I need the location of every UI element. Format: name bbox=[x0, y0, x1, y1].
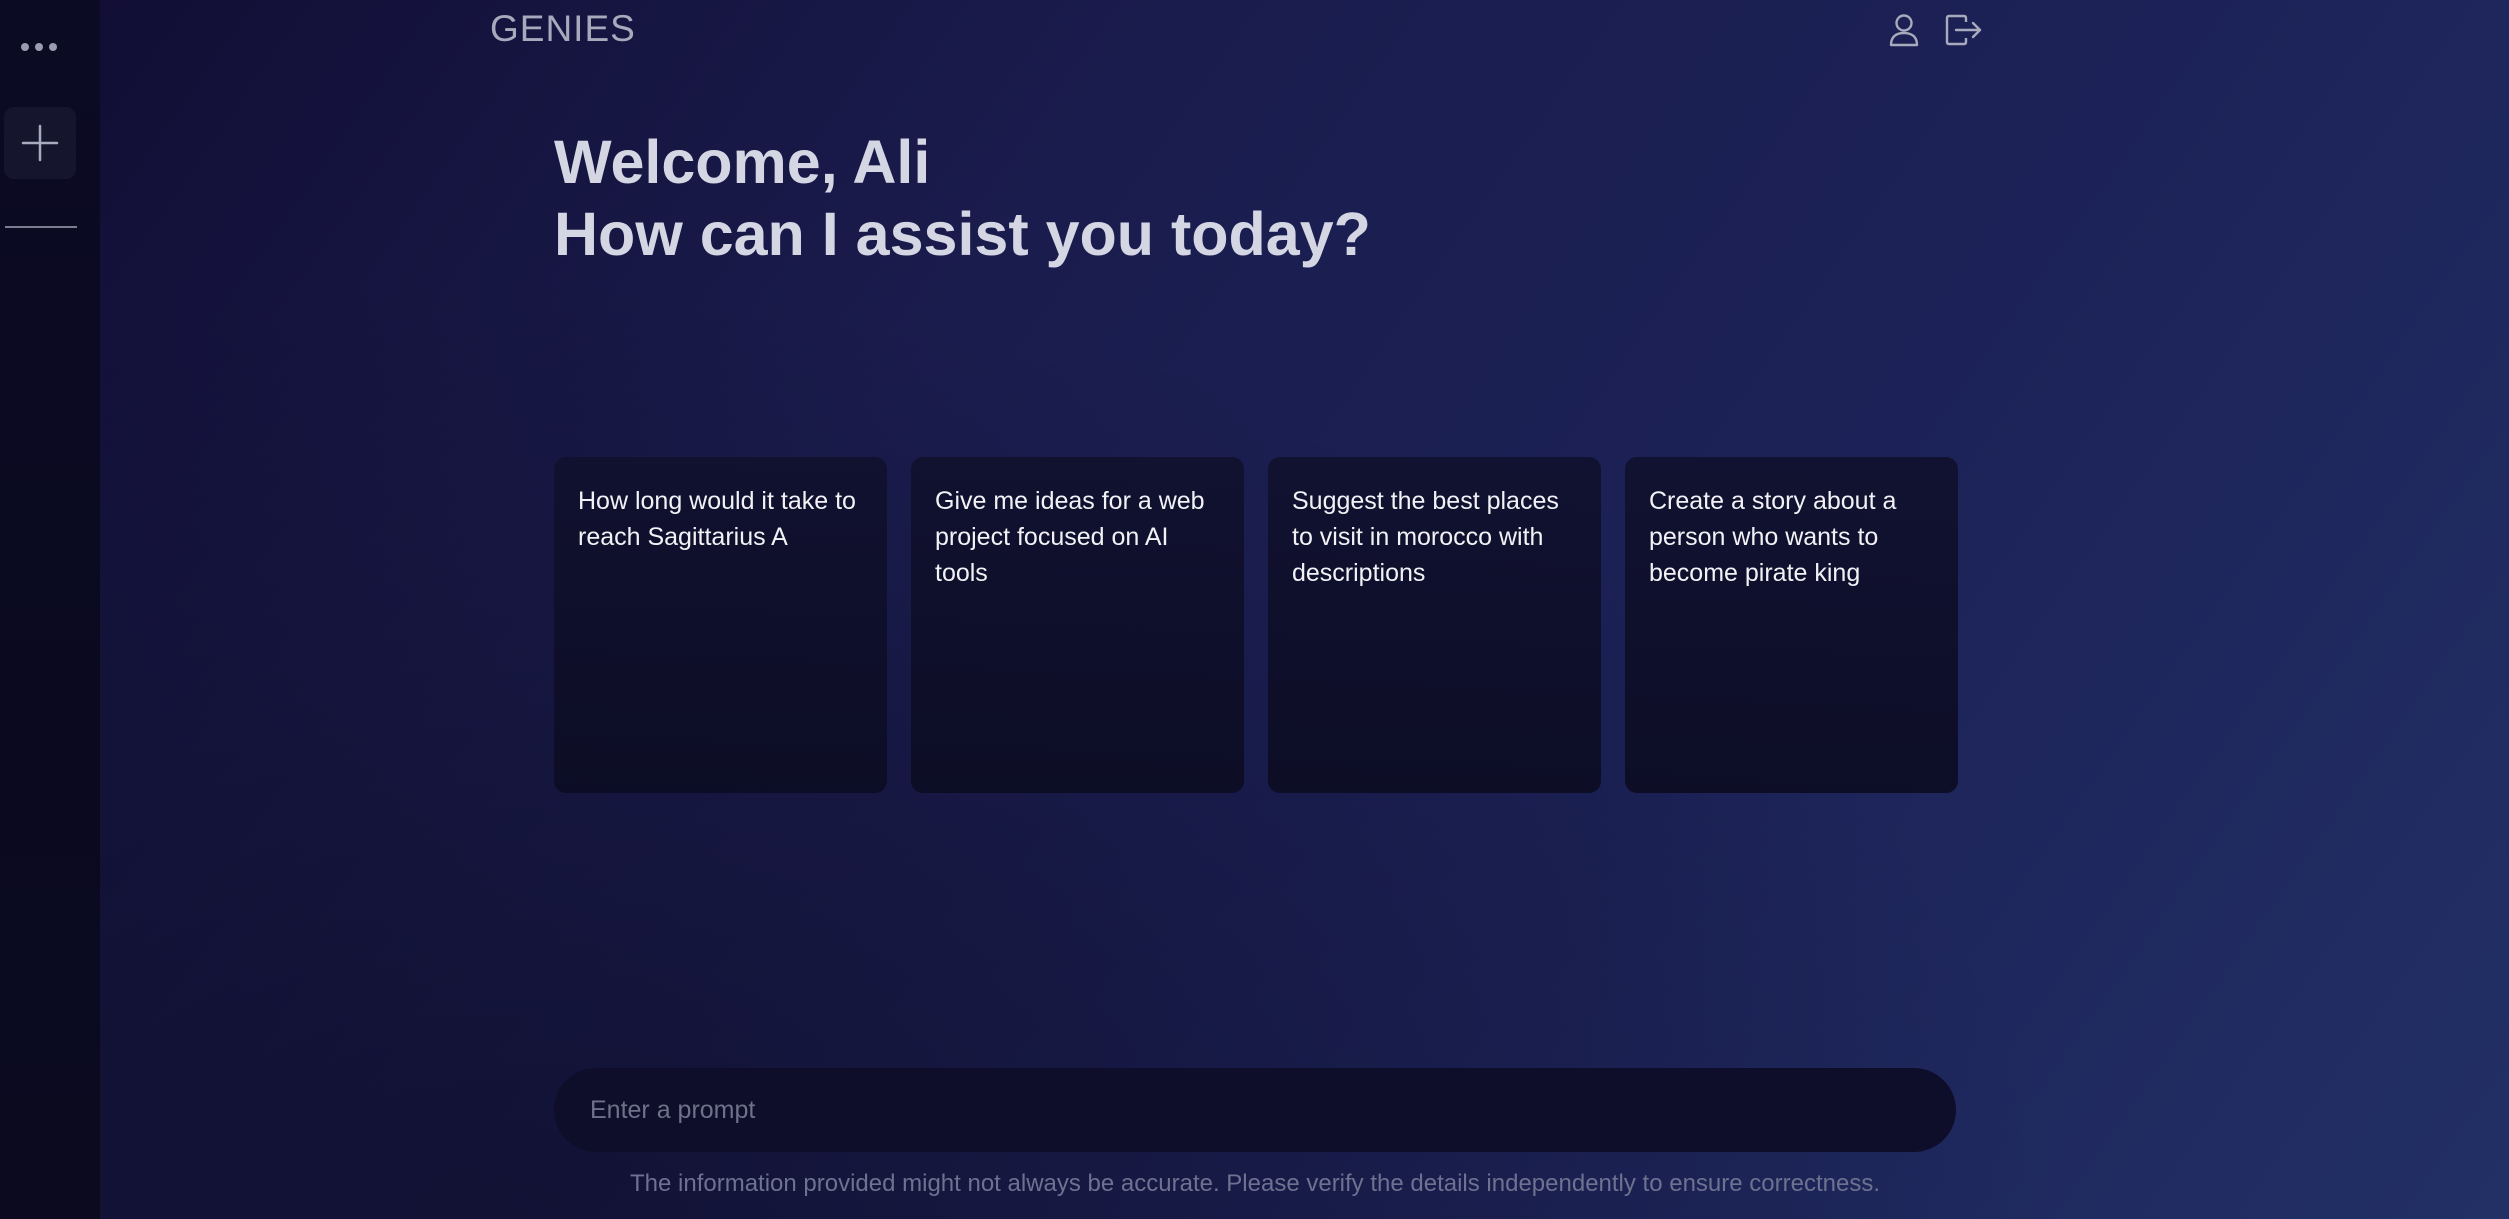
suggestion-card[interactable]: Give me ideas for a web project focused … bbox=[911, 457, 1244, 793]
sidebar bbox=[0, 0, 100, 1219]
suggestion-card[interactable]: How long would it take to reach Sagittar… bbox=[554, 457, 887, 793]
suggestion-text: Give me ideas for a web project focused … bbox=[935, 487, 1205, 587]
suggestion-text: Create a story about a person who wants … bbox=[1649, 487, 1897, 587]
app-brand: GENIES bbox=[490, 8, 636, 49]
new-chat-button[interactable] bbox=[4, 107, 76, 179]
suggestion-text: How long would it take to reach Sagittar… bbox=[578, 487, 856, 551]
suggestion-cards: How long would it take to reach Sagittar… bbox=[554, 457, 1958, 793]
suggestion-card[interactable]: Suggest the best places to visit in moro… bbox=[1268, 457, 1601, 793]
logout-icon bbox=[1944, 13, 1984, 47]
welcome-heading: Welcome, Ali bbox=[554, 128, 931, 196]
profile-button[interactable] bbox=[1884, 10, 1924, 50]
prompt-input[interactable] bbox=[554, 1068, 1956, 1152]
disclaimer-text: The information provided might not alway… bbox=[629, 1170, 1880, 1197]
more-options-button[interactable] bbox=[14, 30, 64, 64]
prompt-bar bbox=[554, 1068, 1956, 1152]
more-horizontal-icon bbox=[18, 43, 60, 51]
suggestion-card[interactable]: Create a story about a person who wants … bbox=[1625, 457, 1958, 793]
sidebar-divider bbox=[5, 226, 77, 228]
assist-heading: How can I assist you today? bbox=[554, 200, 1371, 268]
logout-button[interactable] bbox=[1944, 10, 1984, 50]
plus-icon bbox=[20, 123, 60, 163]
suggestion-text: Suggest the best places to visit in moro… bbox=[1292, 487, 1559, 587]
user-icon bbox=[1888, 13, 1920, 47]
greeting: Welcome, Ali How can I assist you today? bbox=[554, 126, 1371, 270]
